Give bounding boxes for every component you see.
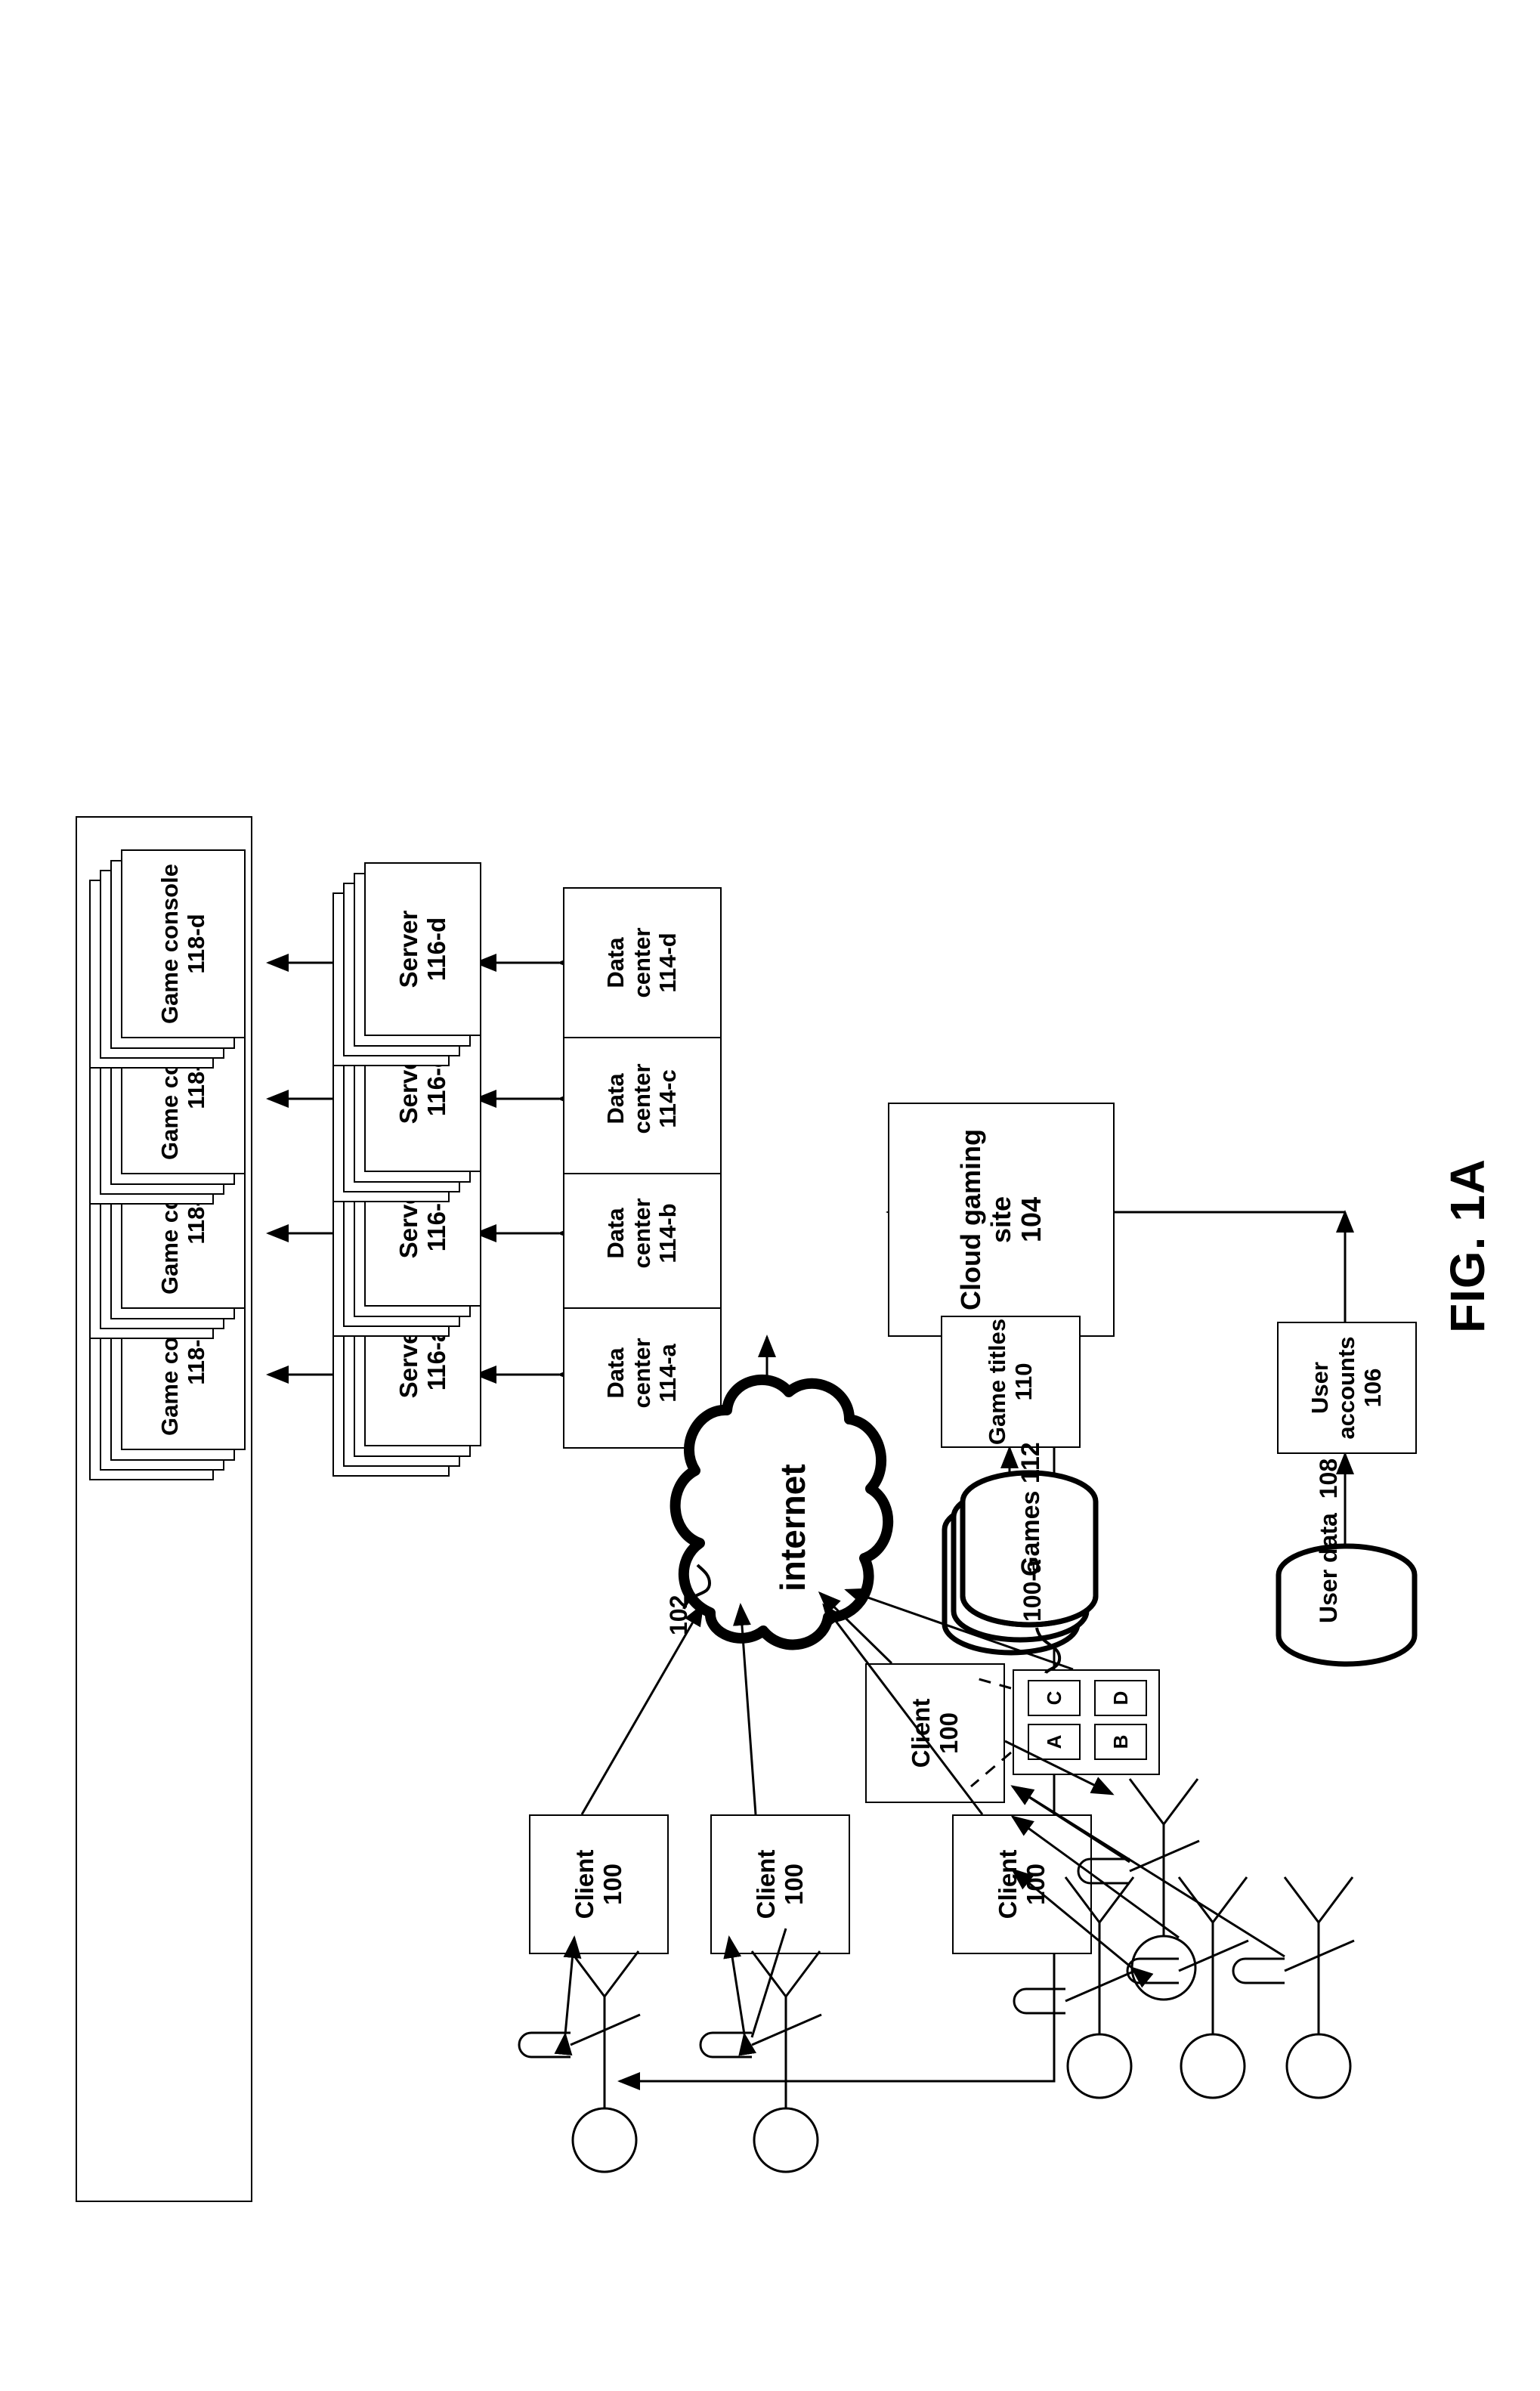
- client-lower-label: Client: [751, 1849, 780, 1919]
- data-center-c[interactable]: Data center 114-c: [563, 1023, 722, 1174]
- internet-label: internet: [773, 1464, 812, 1591]
- user-accounts[interactable]: User accounts 106: [1277, 1322, 1417, 1454]
- user-figure-6: [518, 1950, 641, 2173]
- server-d-label: Server: [394, 910, 422, 988]
- user-accounts-line2: accounts: [1333, 1336, 1360, 1440]
- data-center-a-ref: 114-a: [654, 1344, 682, 1403]
- client-device-ref: 100-a: [1019, 1560, 1046, 1622]
- client-mid[interactable]: Client 100: [952, 1814, 1092, 1954]
- data-center-d-ref: 114-d: [654, 933, 682, 993]
- user-data-ref: 108: [1315, 1458, 1342, 1499]
- game-console-d-ref: 118-d: [182, 914, 209, 974]
- game-console-d[interactable]: Game console 118-d: [121, 849, 246, 1038]
- client-top-ref: 100: [934, 1712, 963, 1755]
- device-key-c[interactable]: C: [1028, 1680, 1081, 1716]
- client-bottom-label: Client: [570, 1849, 598, 1919]
- device-key-d[interactable]: D: [1094, 1680, 1147, 1716]
- user-figure-3: [1077, 1778, 1200, 2001]
- client-bottom-ref: 100: [598, 1863, 626, 1906]
- game-console-d-label: Game console: [156, 864, 183, 1024]
- cloud-gaming-site-label: Cloud gaming site: [954, 1129, 1016, 1310]
- user-figure-5: [699, 1950, 822, 2173]
- data-center-c-line2: center: [628, 1063, 655, 1134]
- device-key-b[interactable]: B: [1094, 1724, 1147, 1760]
- client-mid-ref: 100: [1021, 1863, 1050, 1906]
- game-titles-ref: 110: [1010, 1363, 1037, 1401]
- data-center-b-ref: 114-b: [654, 1203, 682, 1264]
- data-center-c-ref: 114-c: [654, 1069, 682, 1128]
- data-center-b-line1: Data: [601, 1208, 629, 1259]
- user-data-name: User data: [1315, 1513, 1342, 1623]
- user-data-label: User data 108: [1315, 1458, 1343, 1623]
- client-lower-ref: 100: [779, 1863, 808, 1906]
- client-device-100a[interactable]: A B C D: [1013, 1669, 1160, 1775]
- game-titles-label: Game titles: [983, 1318, 1010, 1446]
- client-bottom[interactable]: Client 100: [529, 1814, 669, 1954]
- data-center-b[interactable]: Data center 114-b: [563, 1158, 722, 1309]
- data-center-b-line2: center: [628, 1198, 655, 1269]
- cloud-gaming-site[interactable]: Cloud gaming site 104: [888, 1103, 1115, 1337]
- user-figure-1: [1126, 1876, 1249, 2099]
- device-key-a[interactable]: A: [1028, 1724, 1081, 1760]
- user-figure-4: [1232, 1876, 1355, 2099]
- data-center-d-line1: Data: [601, 937, 629, 988]
- server-d-ref: 116-d: [422, 917, 450, 982]
- client-lower[interactable]: Client 100: [710, 1814, 850, 1954]
- data-center-a-line1: Data: [601, 1347, 629, 1399]
- data-center-a[interactable]: Data center 114-a: [563, 1298, 722, 1449]
- client-mid-label: Client: [993, 1849, 1022, 1919]
- figure-label: FIG. 1A: [1440, 1158, 1495, 1333]
- server-stack-d: Server 116-d: [332, 862, 484, 1066]
- data-center-c-line1: Data: [601, 1073, 629, 1124]
- client-top[interactable]: Client 100: [865, 1663, 1005, 1803]
- client-top-label: Client: [906, 1698, 935, 1768]
- data-center-d[interactable]: Data center 114-d: [563, 887, 722, 1038]
- game-console-stack-d: Game console 118-d: [89, 849, 248, 1069]
- user-accounts-line1: User: [1307, 1362, 1334, 1414]
- patent-figure-sheet: Game console 118-a Game console 118-b Ga…: [0, 0, 1540, 2391]
- diagram-canvas: Game console 118-a Game console 118-b Ga…: [0, 0, 1540, 2391]
- server-d[interactable]: Server 116-d: [364, 862, 481, 1036]
- game-titles[interactable]: Game titles 110: [941, 1316, 1081, 1448]
- data-center-a-line2: center: [628, 1338, 655, 1409]
- cloud-gaming-site-ref: 104: [1016, 1196, 1047, 1243]
- data-center-d-line2: center: [628, 927, 655, 998]
- server-a-ref: 116-a: [422, 1328, 450, 1391]
- games-label: Games 112: [1016, 1442, 1045, 1576]
- user-accounts-ref: 106: [1359, 1368, 1386, 1408]
- internet-ref: 102: [665, 1595, 692, 1635]
